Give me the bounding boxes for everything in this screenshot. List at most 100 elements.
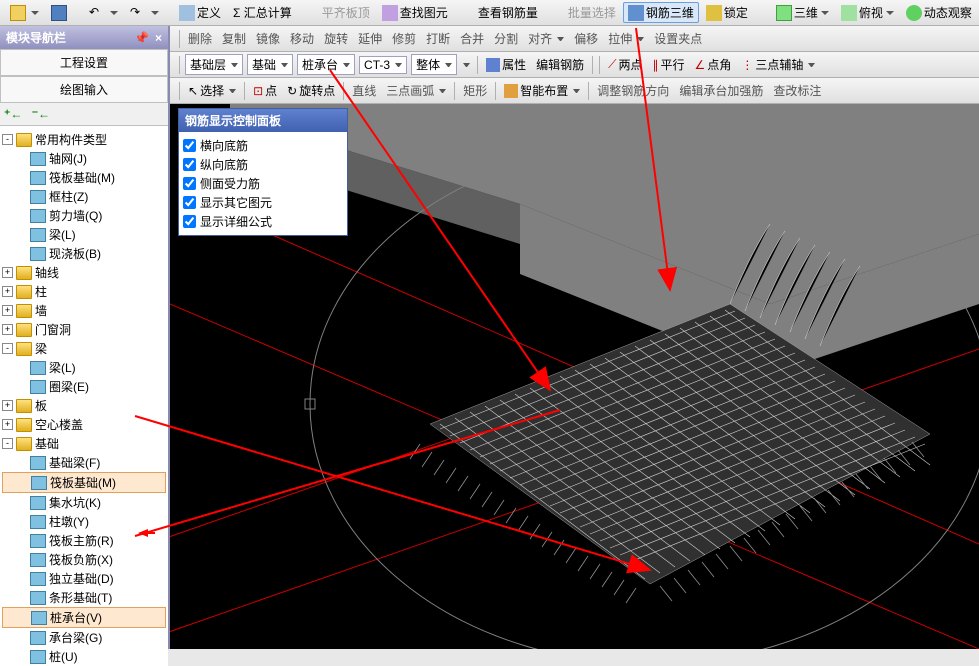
two-point-button[interactable]: ⟋两点 <box>604 54 646 75</box>
tree-item[interactable]: 集水坑(K) <box>2 493 166 512</box>
rebar-3d-button[interactable]: 钢筋三维 <box>623 2 699 23</box>
tree-item[interactable]: 独立基础(D) <box>2 569 166 588</box>
rect-button[interactable]: 矩形 <box>459 80 491 101</box>
select-button[interactable]: ↖选择 <box>184 80 240 101</box>
pin-icon[interactable]: 📌 <box>134 31 149 45</box>
tree-folder-slab[interactable]: +板 <box>2 396 166 415</box>
rebar-option[interactable]: 横向底筋 <box>183 136 343 155</box>
view-rebar-button[interactable]: 查看钢筋量 <box>455 2 543 23</box>
checkbox[interactable] <box>183 196 196 209</box>
tree-folder-opening[interactable]: +门窗洞 <box>2 320 166 339</box>
tree-item[interactable]: 梁(L) <box>2 225 166 244</box>
stretch-button[interactable]: 拉伸 <box>604 28 648 49</box>
view-annot-button[interactable]: 查改标注 <box>769 80 825 101</box>
break-button[interactable]: 打断 <box>422 28 454 49</box>
expand-toggle[interactable]: + <box>2 267 13 278</box>
viewport-3d[interactable]: 钢筋显示控制面板 横向底筋 纵向底筋 侧面受力筋 显示其它图元 显示详细公式 <box>170 104 979 649</box>
checkbox[interactable] <box>183 158 196 171</box>
instance-combo[interactable]: CT-3 <box>359 56 407 74</box>
checkbox[interactable] <box>183 215 196 228</box>
expand-toggle[interactable]: - <box>2 343 13 354</box>
tab-draw-input[interactable]: 绘图输入 <box>0 76 168 103</box>
mirror-button[interactable]: 镜像 <box>252 28 284 49</box>
edit-cap-rebar-button[interactable]: 编辑承台加强筋 <box>675 80 767 101</box>
checkbox[interactable] <box>183 177 196 190</box>
copy-button[interactable]: 复制 <box>218 28 250 49</box>
rebar-option[interactable]: 纵向底筋 <box>183 155 343 174</box>
rebar-option[interactable]: 显示其它图元 <box>183 193 343 212</box>
tree-item[interactable]: 基础梁(F) <box>2 453 166 472</box>
expand-toggle[interactable]: - <box>2 134 13 145</box>
collapse-icon[interactable]: ⁻← <box>32 107 50 121</box>
tree-folder-column[interactable]: +柱 <box>2 282 166 301</box>
attrs-button[interactable]: 属性 <box>482 54 530 75</box>
edit-rebar-button[interactable]: 编辑钢筋 <box>532 54 588 75</box>
sum-calc-button[interactable]: Σ 汇总计算 <box>228 2 297 23</box>
point-button[interactable]: ⊡点 <box>249 80 281 101</box>
tree-folder-wall[interactable]: +墙 <box>2 301 166 320</box>
expand-toggle[interactable]: + <box>2 324 13 335</box>
line-button[interactable]: 直线 <box>348 80 380 101</box>
redo-button[interactable]: ↷ <box>125 3 164 23</box>
three-pt-aux-button[interactable]: ⋮三点辅轴 <box>737 54 819 75</box>
3d-button[interactable]: 三维 <box>771 2 834 23</box>
checkbox[interactable] <box>183 139 196 152</box>
rotate-button[interactable]: 旋转 <box>320 28 352 49</box>
tree-item[interactable]: 承台梁(G) <box>2 628 166 647</box>
tab-project-settings[interactable]: 工程设置 <box>0 49 168 76</box>
rebar-option[interactable]: 显示详细公式 <box>183 212 343 231</box>
tree-folder-axis[interactable]: +轴线 <box>2 263 166 282</box>
close-icon[interactable]: × <box>155 31 162 45</box>
tree-item[interactable]: 筏板基础(M) <box>2 168 166 187</box>
tree-item[interactable]: 框柱(Z) <box>2 187 166 206</box>
category-combo[interactable]: 基础 <box>247 54 293 75</box>
tree-item[interactable]: 桩(U) <box>2 647 166 666</box>
extend-button[interactable]: 延伸 <box>354 28 386 49</box>
define-button[interactable]: 定义 <box>174 2 226 23</box>
expand-toggle[interactable]: + <box>2 419 13 430</box>
split-button[interactable]: 分割 <box>490 28 522 49</box>
level-top-button[interactable]: 平齐板顶 <box>299 2 375 23</box>
tree-folder-foundation[interactable]: -基础 <box>2 434 166 453</box>
tree-item[interactable]: 现浇板(B) <box>2 244 166 263</box>
offset-button[interactable]: 偏移 <box>570 28 602 49</box>
tree-item[interactable]: 筏板负筋(X) <box>2 550 166 569</box>
save-button[interactable] <box>46 3 74 23</box>
tree-folder-beam[interactable]: -梁 <box>2 339 166 358</box>
tree-item[interactable]: 柱墩(Y) <box>2 512 166 531</box>
tree-item[interactable]: 剪力墙(Q) <box>2 206 166 225</box>
rebar-option[interactable]: 侧面受力筋 <box>183 174 343 193</box>
adjust-rebar-button[interactable]: 调整钢筋方向 <box>593 80 673 101</box>
expand-toggle[interactable]: + <box>2 286 13 297</box>
rotate-point-button[interactable]: ↻旋转点 <box>283 80 339 101</box>
arc-button[interactable]: 三点画弧 <box>382 80 450 101</box>
expand-icon[interactable]: ⁺← <box>4 107 22 121</box>
tree-item[interactable]: 轴网(J) <box>2 149 166 168</box>
batch-select-button[interactable]: 批量选择 <box>545 2 621 23</box>
find-elem-button[interactable]: 查找图元 <box>377 2 453 23</box>
align-button[interactable]: 对齐 <box>524 28 568 49</box>
dyn-view-button[interactable]: 动态观察 <box>901 2 977 23</box>
top-view-button[interactable]: 俯视 <box>836 2 899 23</box>
tree-item-raft-foundation[interactable]: 筏板基础(M) <box>2 472 166 493</box>
expand-toggle[interactable]: - <box>2 438 13 449</box>
type-combo[interactable]: 桩承台 <box>297 54 355 75</box>
open-button[interactable] <box>5 3 44 23</box>
move-button[interactable]: 移动 <box>286 28 318 49</box>
trim-button[interactable]: 修剪 <box>388 28 420 49</box>
tree-item-pile-cap[interactable]: 桩承台(V) <box>2 607 166 628</box>
parallel-button[interactable]: ∥平行 <box>649 54 689 75</box>
display-combo[interactable]: 整体 <box>411 54 457 75</box>
floor-combo[interactable]: 基础层 <box>185 54 243 75</box>
tree-folder-hollow[interactable]: +空心楼盖 <box>2 415 166 434</box>
rebar-display-panel[interactable]: 钢筋显示控制面板 横向底筋 纵向底筋 侧面受力筋 显示其它图元 显示详细公式 <box>178 108 348 236</box>
expand-toggle[interactable]: + <box>2 400 13 411</box>
undo-button[interactable]: ↶ <box>84 3 123 23</box>
lock-button[interactable]: 锁定 <box>701 2 753 23</box>
point-angle-button[interactable]: ∠点角 <box>691 54 736 75</box>
tree-root[interactable]: - 常用构件类型 <box>2 130 166 149</box>
tree-item[interactable]: 筏板主筋(R) <box>2 531 166 550</box>
merge-button[interactable]: 合并 <box>456 28 488 49</box>
tree-item[interactable]: 梁(L) <box>2 358 166 377</box>
tree-item[interactable]: 圈梁(E) <box>2 377 166 396</box>
